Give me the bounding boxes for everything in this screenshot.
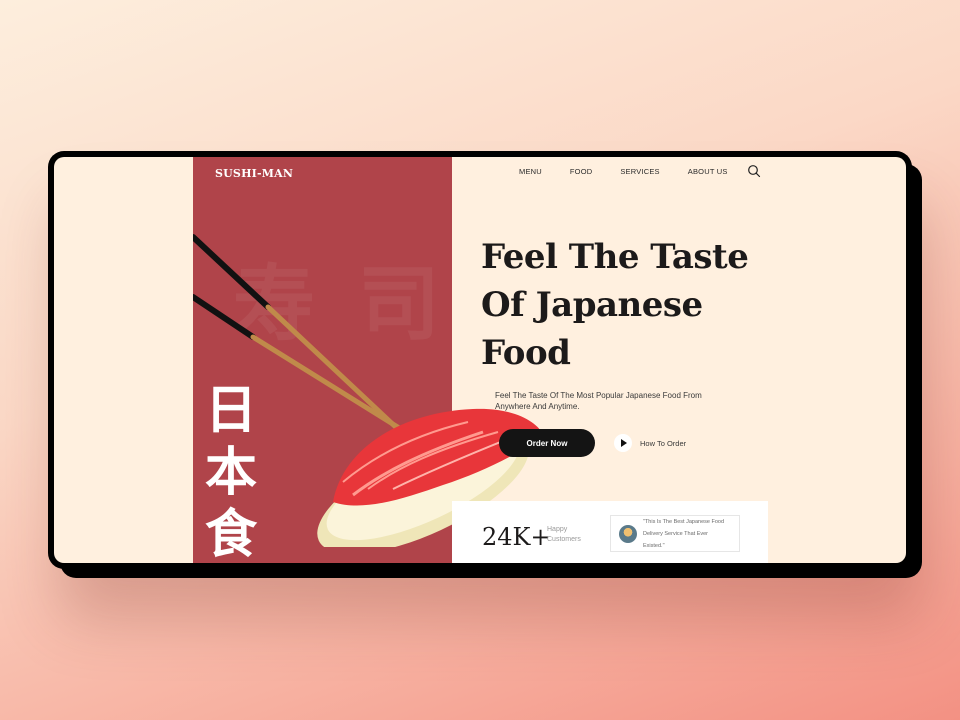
quote-line: "This Is The Best Japanese Food (643, 518, 725, 525)
hero-subtitle: Feel The Taste Of The Most Popular Japan… (495, 390, 735, 412)
brand-logo[interactable]: SUSHI-MAN (215, 167, 293, 180)
order-now-button[interactable]: Order Now (499, 429, 595, 457)
hero-title-line: Food (481, 333, 571, 373)
quote-line: Delivery Service That Ever Existed." (643, 530, 709, 549)
hero-subtitle-line: Feel The Taste Of The Most Popular Japan… (495, 391, 702, 400)
hero-title-line: Feel The Taste (481, 237, 749, 277)
customers-label: Happy Customers (547, 525, 581, 545)
nav-food[interactable]: FOOD (570, 167, 592, 176)
search-icon[interactable] (747, 164, 761, 178)
hero-title-line: Of Japanese (481, 285, 703, 325)
device-frame: SUSHI-MAN 寿 司 日 本 食 MENU FOOD SERVICES A… (48, 151, 912, 569)
how-to-order-link[interactable]: How To Order (614, 434, 686, 452)
testimonial-quote: "This Is The Best Japanese Food Delivery… (643, 516, 731, 552)
main-nav: MENU FOOD SERVICES ABOUT US (519, 167, 728, 176)
nav-about-us[interactable]: ABOUT US (688, 167, 728, 176)
stats-card: 24K+ Happy Customers "This Is The Best J… (452, 501, 768, 563)
testimonial-card: "This Is The Best Japanese Food Delivery… (610, 515, 740, 552)
customers-label-line: Happy (547, 526, 568, 533)
nav-services[interactable]: SERVICES (620, 167, 659, 176)
play-icon[interactable] (614, 434, 632, 452)
avatar (619, 524, 637, 543)
hero-title: Feel The Taste Of Japanese Food (481, 233, 781, 377)
website-screen: SUSHI-MAN 寿 司 日 本 食 MENU FOOD SERVICES A… (54, 157, 906, 563)
how-to-order-label[interactable]: How To Order (640, 439, 686, 448)
hero-subtitle-line: Anywhere And Anytime. (495, 402, 580, 411)
nav-menu[interactable]: MENU (519, 167, 542, 176)
customers-label-line: Customers (547, 536, 581, 543)
customers-count: 24K+ (482, 523, 551, 551)
